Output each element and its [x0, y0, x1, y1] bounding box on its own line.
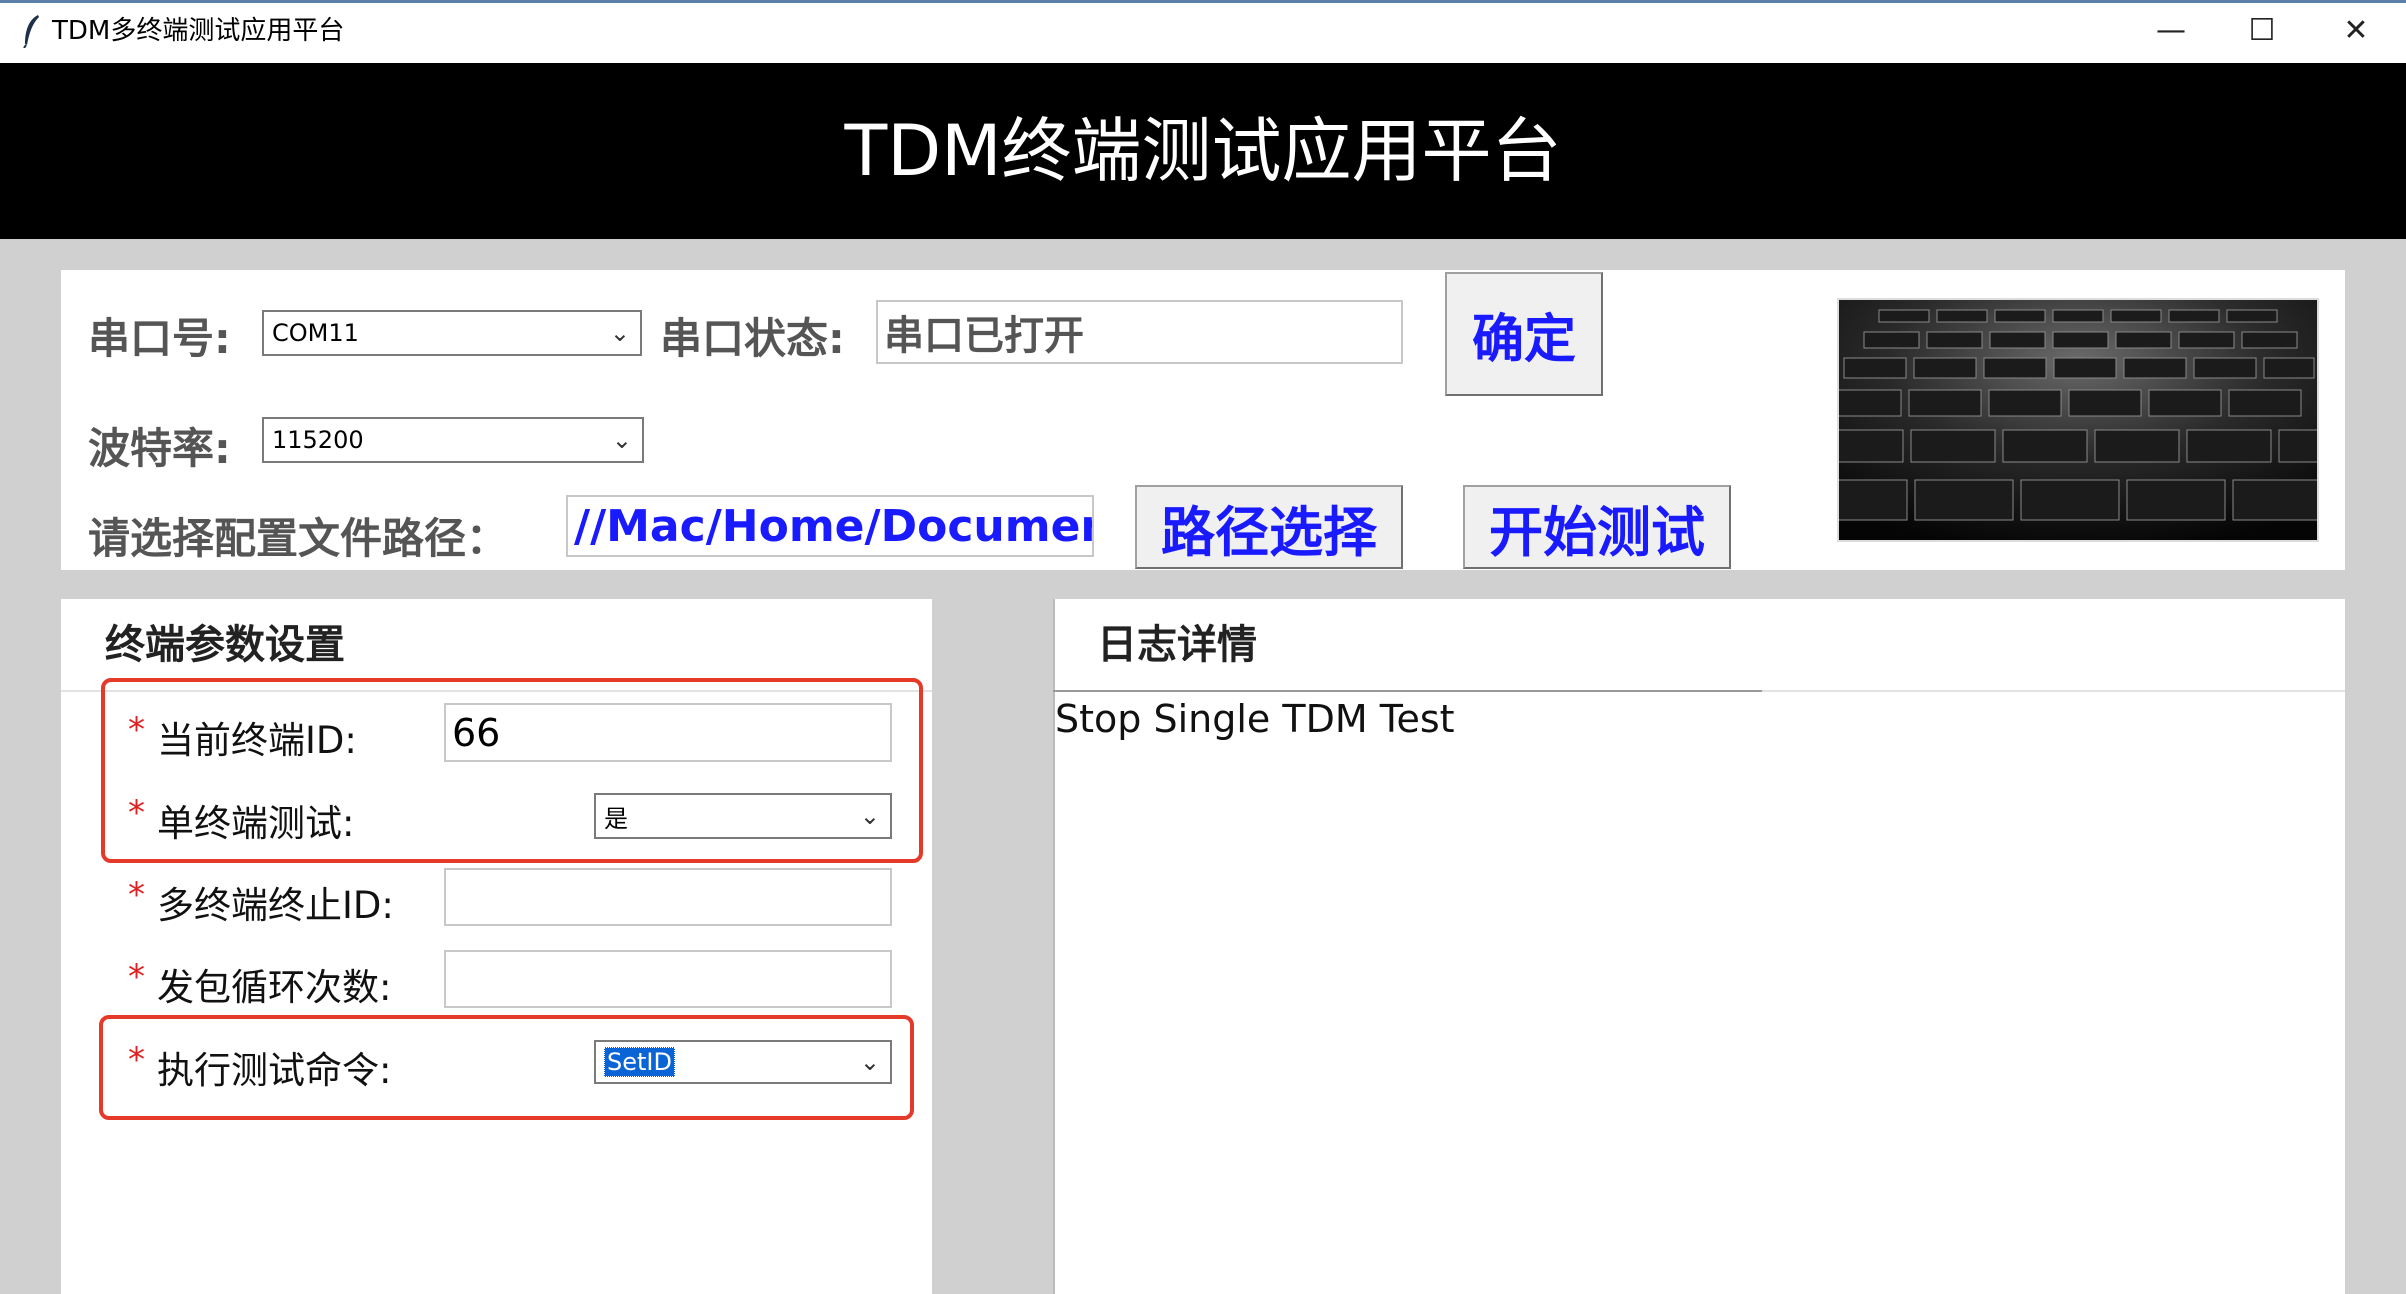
current-id-value: 66	[452, 710, 501, 755]
window-title: TDM多终端测试应用平台	[52, 16, 345, 46]
path-select-button[interactable]: 路径选择	[1135, 485, 1403, 569]
single-test-label: 单终端测试:	[157, 802, 355, 845]
baud-select-value: 115200	[272, 426, 364, 454]
required-mark: *	[128, 957, 145, 997]
log-text-area[interactable]: Stop Single TDM Test	[1055, 697, 1455, 741]
loop-count-input[interactable]	[444, 950, 892, 1008]
config-path-label: 请选择配置文件路径：	[88, 514, 509, 563]
keyboard-illustration	[1839, 300, 2317, 540]
log-text-top-border	[1053, 690, 1762, 692]
path-select-button-label: 路径选择	[1161, 500, 1377, 564]
command-select-value: SetID	[604, 1047, 675, 1077]
keyboard-image	[1837, 298, 2319, 542]
config-path-field[interactable]: //Mac/Home/Document	[566, 495, 1094, 557]
command-select[interactable]: SetID ⌄	[594, 1040, 892, 1084]
single-test-select-value: 是	[604, 804, 628, 833]
current-id-input[interactable]: 66	[444, 703, 892, 762]
port-status-label: 串口状态:	[660, 314, 845, 363]
baud-label: 波特率:	[88, 424, 231, 473]
chevron-down-icon: ⌄	[859, 1048, 880, 1076]
required-mark: *	[128, 1040, 145, 1080]
port-status-field[interactable]: 串口已打开	[876, 300, 1403, 364]
maximize-icon: ☐	[2248, 12, 2276, 48]
close-icon: ✕	[2343, 12, 2369, 48]
port-select-value: COM11	[272, 319, 359, 347]
multi-stop-id-label: 多终端终止ID:	[157, 884, 394, 927]
required-mark: *	[128, 793, 145, 833]
command-label: 执行测试命令:	[157, 1049, 392, 1092]
loop-count-label: 发包循环次数:	[157, 966, 392, 1009]
log-title: 日志详情	[1097, 622, 1257, 668]
minimize-button[interactable]: —	[2125, 0, 2217, 60]
port-select[interactable]: COM11 ⌄	[262, 310, 642, 356]
chevron-down-icon: ⌄	[609, 319, 630, 347]
single-test-select[interactable]: 是 ⌄	[594, 793, 892, 839]
chevron-down-icon: ⌄	[859, 802, 880, 830]
config-path-value: //Mac/Home/Document	[574, 500, 1094, 552]
page-title: TDM终端测试应用平台	[844, 110, 1562, 192]
minimize-icon: —	[2156, 12, 2186, 48]
required-mark: *	[128, 875, 145, 915]
feather-icon	[23, 15, 39, 48]
start-test-button-label: 开始测试	[1489, 500, 1705, 564]
baud-select[interactable]: 115200 ⌄	[262, 417, 644, 463]
current-id-label: 当前终端ID:	[157, 719, 357, 762]
multi-stop-id-input[interactable]	[444, 868, 892, 926]
start-test-button[interactable]: 开始测试	[1463, 485, 1731, 569]
port-label: 串口号:	[88, 314, 231, 363]
maximize-button[interactable]: ☐	[2216, 0, 2308, 60]
params-title: 终端参数设置	[105, 622, 345, 668]
window-titlebar[interactable]	[0, 0, 2406, 63]
confirm-button[interactable]: 确定	[1445, 272, 1603, 396]
required-mark: *	[128, 710, 145, 750]
confirm-button-label: 确定	[1471, 309, 1576, 370]
chevron-down-icon: ⌄	[611, 426, 632, 454]
port-status-value: 串口已打开	[884, 313, 1084, 359]
close-button[interactable]: ✕	[2310, 0, 2402, 60]
